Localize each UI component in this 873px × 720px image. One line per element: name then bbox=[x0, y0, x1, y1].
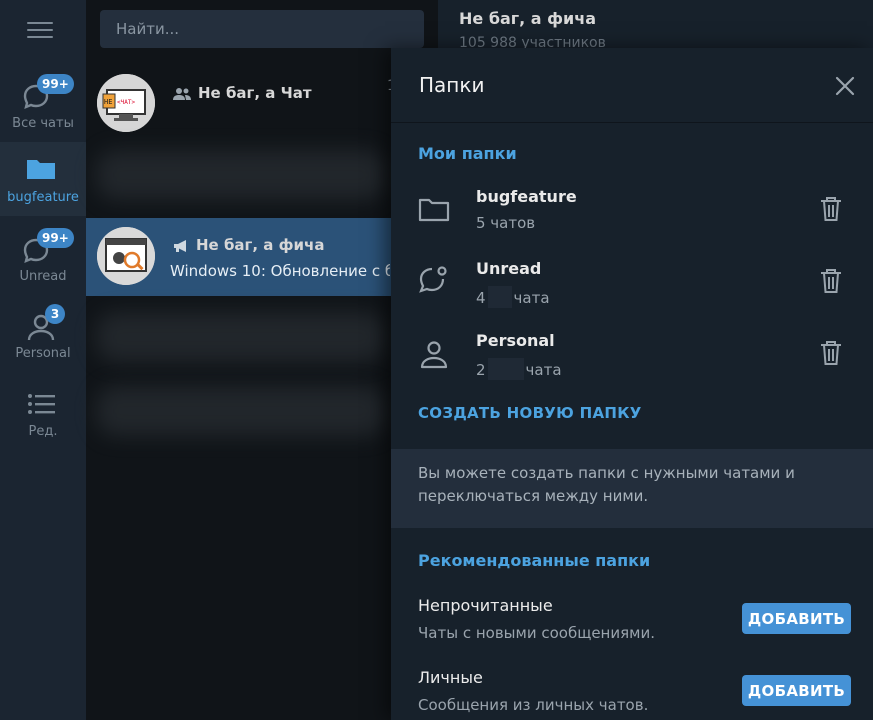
folder-icon bbox=[418, 198, 450, 222]
unread-badge: 99+ bbox=[37, 74, 74, 94]
rail-item-all-chats[interactable]: 99+ Все чаты bbox=[0, 68, 86, 142]
blurred-chat-row bbox=[96, 386, 386, 436]
folder-name: bugfeature bbox=[476, 187, 577, 206]
folder-row-bugfeature[interactable]: bugfeature 5 чатов bbox=[391, 175, 873, 247]
folder-row-unread[interactable]: Unread 4 чата bbox=[391, 247, 873, 319]
rail-item-edit[interactable]: Ред. bbox=[0, 378, 86, 452]
conversation-title: Не баг, а фича bbox=[459, 9, 597, 28]
chat-avatar bbox=[97, 227, 155, 285]
chat-logo-icon: НЕ <ЧАТ> bbox=[97, 74, 155, 132]
folder-name: Unread bbox=[476, 259, 542, 278]
folder-chat-count: 2 чата bbox=[476, 358, 562, 380]
rail-item-bugfeature[interactable]: bugfeature bbox=[0, 142, 86, 216]
add-folder-button[interactable]: ДОБАВИТЬ bbox=[742, 675, 851, 706]
chat-list: НЕ <ЧАТ> Не баг, а Чат 1 bbox=[86, 0, 438, 720]
unread-bubble-icon bbox=[419, 266, 447, 293]
rail-item-label: Unread bbox=[19, 269, 67, 284]
chat-row-ne-bag-ficha[interactable]: Не баг, а фича Windows 10: Обновление с … bbox=[86, 218, 438, 296]
unread-badge: 3 bbox=[45, 304, 65, 324]
rail-item-label: Personal bbox=[15, 346, 71, 361]
folder-row-personal[interactable]: Personal 2 чата bbox=[391, 319, 873, 391]
rail-item-label: Все чаты bbox=[12, 116, 74, 131]
create-folder-button[interactable]: СОЗДАТЬ НОВУЮ ПАПКУ bbox=[418, 404, 642, 422]
recommended-folder-description: Чаты с новыми сообщениями. bbox=[418, 624, 655, 642]
add-folder-button[interactable]: ДОБАВИТЬ bbox=[742, 603, 851, 634]
trash-icon[interactable] bbox=[819, 339, 843, 367]
blurred-chat-row bbox=[96, 312, 386, 362]
rail-item-unread[interactable]: 99+ Unread bbox=[0, 222, 86, 296]
chat-row-ne-bag-chat[interactable]: НЕ <ЧАТ> Не баг, а Чат 1 bbox=[86, 66, 438, 144]
channel-logo-icon bbox=[97, 227, 155, 285]
trash-icon[interactable] bbox=[819, 195, 843, 223]
svg-text:НЕ: НЕ bbox=[104, 98, 112, 106]
my-folders-heading: Мои папки bbox=[418, 144, 517, 163]
panel-header: Папки bbox=[391, 48, 873, 123]
unread-badge: 99+ bbox=[37, 228, 74, 248]
conversation-header[interactable]: Не баг, а фича 105 988 участников bbox=[438, 0, 873, 51]
megaphone-icon bbox=[174, 239, 186, 252]
recommended-folder-description: Сообщения из личных чатов. bbox=[418, 696, 649, 714]
group-icon bbox=[173, 87, 191, 100]
trash-icon[interactable] bbox=[819, 267, 843, 295]
rail-item-label: bugfeature bbox=[7, 190, 79, 205]
recommended-folder-personal: Личные Сообщения из личных чатов. ДОБАВИ… bbox=[391, 668, 873, 720]
rail-item-personal[interactable]: 3 Personal bbox=[0, 300, 86, 374]
chat-title: Не баг, а фича bbox=[172, 236, 324, 254]
edit-list-icon bbox=[28, 394, 55, 414]
recommended-folders-heading: Рекомендованные папки bbox=[418, 551, 651, 570]
folder-icon bbox=[27, 160, 55, 179]
folder-chat-count: 5 чатов bbox=[476, 214, 536, 232]
close-icon[interactable] bbox=[834, 75, 856, 97]
rail-item-label: Ред. bbox=[28, 424, 58, 439]
recommended-folder-name: Личные bbox=[418, 668, 483, 687]
search-input[interactable] bbox=[100, 10, 424, 48]
person-icon bbox=[420, 341, 448, 369]
recommended-folder-unread: Непрочитанные Чаты с новыми сообщениями.… bbox=[391, 596, 873, 656]
recommended-folder-name: Непрочитанные bbox=[418, 596, 553, 615]
panel-title: Папки bbox=[419, 73, 485, 97]
folder-name: Personal bbox=[476, 331, 555, 350]
chat-title: Не баг, а Чат bbox=[172, 84, 312, 102]
hamburger-menu-icon[interactable] bbox=[27, 22, 53, 40]
folder-chat-count: 4 чата bbox=[476, 286, 550, 308]
folders-panel: Папки Мои папки bugfeature 5 чатов Unrea… bbox=[391, 48, 873, 720]
svg-text:<ЧАТ>: <ЧАТ> bbox=[117, 99, 135, 106]
folders-rail: 99+ Все чаты bugfeature 99+ Unread 3 Per… bbox=[0, 0, 86, 720]
blurred-chat-row bbox=[96, 150, 386, 200]
info-box: Вы можете создать папки с нужными чатами… bbox=[391, 449, 873, 528]
chat-last-message: Windows 10: Обновление с б bbox=[170, 262, 390, 280]
chat-avatar: НЕ <ЧАТ> bbox=[97, 74, 155, 132]
